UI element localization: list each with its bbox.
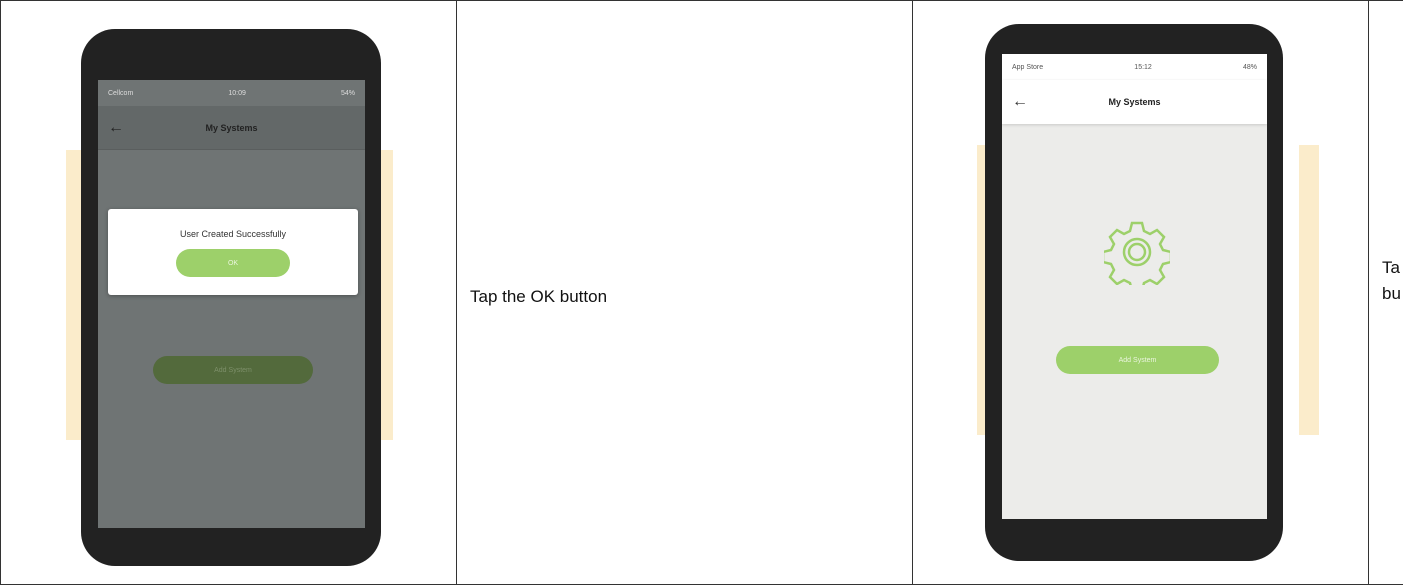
table-border-top <box>0 0 1403 1</box>
back-arrow-icon[interactable]: ← <box>108 119 124 136</box>
page-title: My Systems <box>205 122 258 133</box>
app-bar: ← My Systems <box>1002 80 1267 124</box>
gear-icon <box>1104 221 1170 285</box>
success-dialog: User Created Successfully OK <box>108 209 358 295</box>
table-column-divider <box>456 0 457 585</box>
ok-button[interactable]: OK <box>176 249 290 277</box>
status-battery: 54% <box>340 89 355 97</box>
instruction-text: Tap the OK button <box>470 287 608 306</box>
status-time: 10:09 <box>228 89 246 97</box>
status-carrier: Cellcom <box>108 89 134 97</box>
table-column-divider <box>1368 0 1369 585</box>
highlight-backdrop <box>1299 145 1319 435</box>
table-border-left <box>0 0 1 585</box>
status-battery: 48% <box>1242 63 1257 71</box>
add-system-button[interactable]: Add System <box>153 356 313 384</box>
status-bar: App Store 15:12 48% <box>1002 54 1267 80</box>
instruction-text-cut: bu <box>1382 284 1401 303</box>
status-carrier: App Store <box>1012 63 1044 71</box>
page-title: My Systems <box>1108 97 1161 107</box>
app-bar: ← My Systems <box>98 106 365 150</box>
status-time: 15:12 <box>1134 63 1152 71</box>
phone-frame: App Store 15:12 48% ← My Systems Add Sys… <box>985 24 1283 561</box>
status-bar: Cellcom 10:09 54% <box>98 80 365 106</box>
dialog-message: User Created Successfully <box>179 229 287 239</box>
table-column-divider <box>912 0 913 585</box>
back-arrow-icon[interactable]: ← <box>1012 94 1028 110</box>
phone-frame: Cellcom 10:09 54% ← My Systems User Crea… <box>81 29 381 566</box>
add-system-button[interactable]: Add System <box>1056 346 1219 374</box>
phone-screen: App Store 15:12 48% ← My Systems Add Sys… <box>1002 54 1267 519</box>
phone-screen: Cellcom 10:09 54% ← My Systems User Crea… <box>98 80 365 528</box>
instruction-text-cut: Ta <box>1382 258 1400 277</box>
